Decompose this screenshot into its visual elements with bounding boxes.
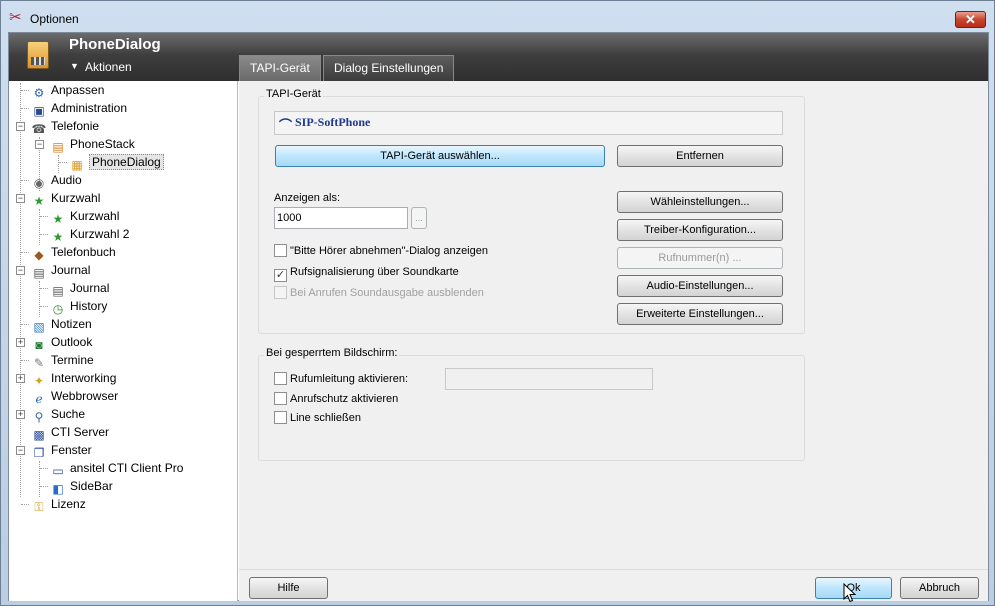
tree-item-interworking[interactable]: ✦ Interworking <box>31 369 116 388</box>
help-button[interactable]: Hilfe <box>249 577 328 599</box>
tree-item-kurzwahl-2[interactable]: ★ Kurzwahl 2 <box>50 225 130 244</box>
tapi-device-display: ⌒ SIP-SoftPhone <box>274 111 783 135</box>
header-bar: PhoneDialog ▼ Aktionen TAPI-Gerät Dialog… <box>9 33 988 81</box>
call-forward-checkbox[interactable]: Rufumleitung aktivieren: <box>274 372 408 386</box>
tree-item-ansitel-cti-client-pro[interactable]: ▭ ansitel CTI Client Pro <box>50 459 183 478</box>
tree-item-telefonbuch[interactable]: ◆ Telefonbuch <box>31 243 115 262</box>
tree-item-audio[interactable]: ◉ Audio <box>31 171 82 190</box>
phonedialog-icon <box>27 41 49 69</box>
display-as-input[interactable]: 1000 <box>274 207 408 229</box>
tree-item-sidebar[interactable]: ◧ SideBar <box>50 477 112 496</box>
checkbox-box[interactable] <box>274 411 287 424</box>
checkbox-box[interactable] <box>274 244 287 257</box>
telephony-icon: ☎ <box>31 122 47 136</box>
tools-icon: ✂ <box>9 9 22 26</box>
app-name: PhoneDialog <box>69 36 161 53</box>
star-icon: ★ <box>33 194 45 208</box>
display-as-label: Anzeigen als: <box>274 192 341 204</box>
client-area: PhoneDialog ▼ Aktionen TAPI-Gerät Dialog… <box>8 32 989 601</box>
collapse-toggle-kurzwahl[interactable]: − <box>16 194 25 203</box>
tree-item-fenster[interactable]: ❐ Fenster <box>31 441 92 460</box>
tapi-group-label: TAPI-Gerät <box>264 88 323 100</box>
tab-tapi-device[interactable]: TAPI-Gerät <box>239 55 321 81</box>
browse-button[interactable]: ... <box>411 207 427 229</box>
title-bar[interactable]: ✂ Optionen ✕ <box>1 1 995 33</box>
navigation-tree: − − − − + + + − ⚙ Anpassen ▣ Administratio… <box>9 81 238 601</box>
phone-numbers-button[interactable]: Rufnummer(n) ... <box>617 247 783 269</box>
footer-bar: Hilfe Ok Abbruch <box>239 569 988 601</box>
expand-toggle-suche[interactable]: + <box>16 410 25 419</box>
dropdown-arrow-icon[interactable]: ▼ <box>70 61 79 71</box>
audio-settings-button[interactable]: Audio-Einstellungen... <box>617 275 783 297</box>
advanced-settings-button[interactable]: Erweiterte Einstellungen... <box>617 303 783 325</box>
soundcard-signal-checkbox[interactable]: ✓ Rufsignalisierung über Soundkarte <box>274 265 459 282</box>
dial-settings-button[interactable]: Wähleinstellungen... <box>617 191 783 213</box>
phonestack-icon: ▤ <box>52 140 64 154</box>
tree-item-termine[interactable]: ✎ Termine <box>31 351 94 370</box>
windows-icon: ❐ <box>33 446 45 460</box>
locked-screen-label: Bei gesperrtem Bildschirm: <box>264 347 400 359</box>
headset-icon: ⌒ <box>279 118 293 133</box>
tree-item-kurzwahl-1[interactable]: ★ Kurzwahl <box>50 207 120 226</box>
driver-config-button[interactable]: Treiber-Konfiguration... <box>617 219 783 241</box>
tree-item-history[interactable]: ◷ History <box>50 297 108 316</box>
tree-item-phonedialog[interactable]: ▦ PhoneDialog <box>69 153 164 172</box>
tree-item-administration[interactable]: ▣ Administration <box>31 99 127 118</box>
mouse-cursor-icon <box>843 583 856 603</box>
collapse-toggle-fenster[interactable]: − <box>16 446 25 455</box>
expand-toggle-interworking[interactable]: + <box>16 374 25 383</box>
tree-item-cti-server[interactable]: ▩ CTI Server <box>31 423 109 442</box>
close-icon: ✕ <box>965 12 976 27</box>
pickup-dialog-checkbox[interactable]: "Bitte Hörer abnehmen"-Dialog anzeigen <box>274 244 488 258</box>
actions-menu[interactable]: Aktionen <box>85 60 132 74</box>
tree-item-journal[interactable]: ▤ Journal <box>31 261 90 280</box>
close-button[interactable]: ✕ <box>955 11 986 28</box>
expand-toggle-outlook[interactable]: + <box>16 338 25 347</box>
license-icon: ⚿ <box>34 500 44 514</box>
tree-item-outlook[interactable]: ◙ Outlook <box>31 333 92 352</box>
tree-item-webbrowser[interactable]: ℯ Webbrowser <box>31 387 118 406</box>
collapse-toggle-telefonie[interactable]: − <box>16 122 25 131</box>
tree-item-anpassen[interactable]: ⚙ Anpassen <box>31 81 105 100</box>
checkbox-box-checked[interactable]: ✓ <box>274 269 287 282</box>
window-title: Optionen <box>30 12 79 26</box>
tree-item-notizen[interactable]: ▧ Notizen <box>31 315 91 334</box>
checkbox-box[interactable] <box>274 286 287 299</box>
tree-item-lizenz[interactable]: ⚿ Lizenz <box>31 495 85 514</box>
collapse-toggle-phonestack[interactable]: − <box>35 140 44 149</box>
collapse-toggle-journal[interactable]: − <box>16 266 25 275</box>
remove-button[interactable]: Entfernen <box>617 145 783 167</box>
checkbox-box[interactable] <box>274 372 287 385</box>
tree-item-telefonie[interactable]: ☎ Telefonie <box>31 117 100 136</box>
call-forward-input[interactable] <box>445 368 653 390</box>
tree-item-suche[interactable]: ⚲ Suche <box>31 405 85 424</box>
options-window: ✂ Optionen ✕ PhoneDialog ▼ Aktionen TAPI… <box>0 0 995 606</box>
tab-dialog-settings[interactable]: Dialog Einstellungen <box>323 55 455 81</box>
tree-item-kurzwahl[interactable]: ★ Kurzwahl <box>31 189 101 208</box>
close-line-checkbox[interactable]: Line schließen <box>274 411 361 425</box>
tree-item-phonestack[interactable]: ▤ PhoneStack <box>50 135 134 154</box>
mute-sound-checkbox[interactable]: Bei Anrufen Soundausgabe ausblenden <box>274 286 484 300</box>
checkbox-box[interactable] <box>274 392 287 405</box>
do-not-disturb-checkbox[interactable]: Anrufschutz aktivieren <box>274 392 398 406</box>
select-tapi-device-button[interactable]: TAPI-Gerät auswählen... <box>275 145 605 167</box>
cancel-button[interactable]: Abbruch <box>900 577 979 599</box>
tapi-device-name: SIP-SoftPhone <box>295 115 371 129</box>
tree-item-journal-sub[interactable]: ▤ Journal <box>50 279 109 298</box>
content-pane: TAPI-Gerät ⌒ SIP-SoftPhone TAPI-Gerät au… <box>239 81 988 601</box>
journal-icon: ▤ <box>33 266 45 280</box>
